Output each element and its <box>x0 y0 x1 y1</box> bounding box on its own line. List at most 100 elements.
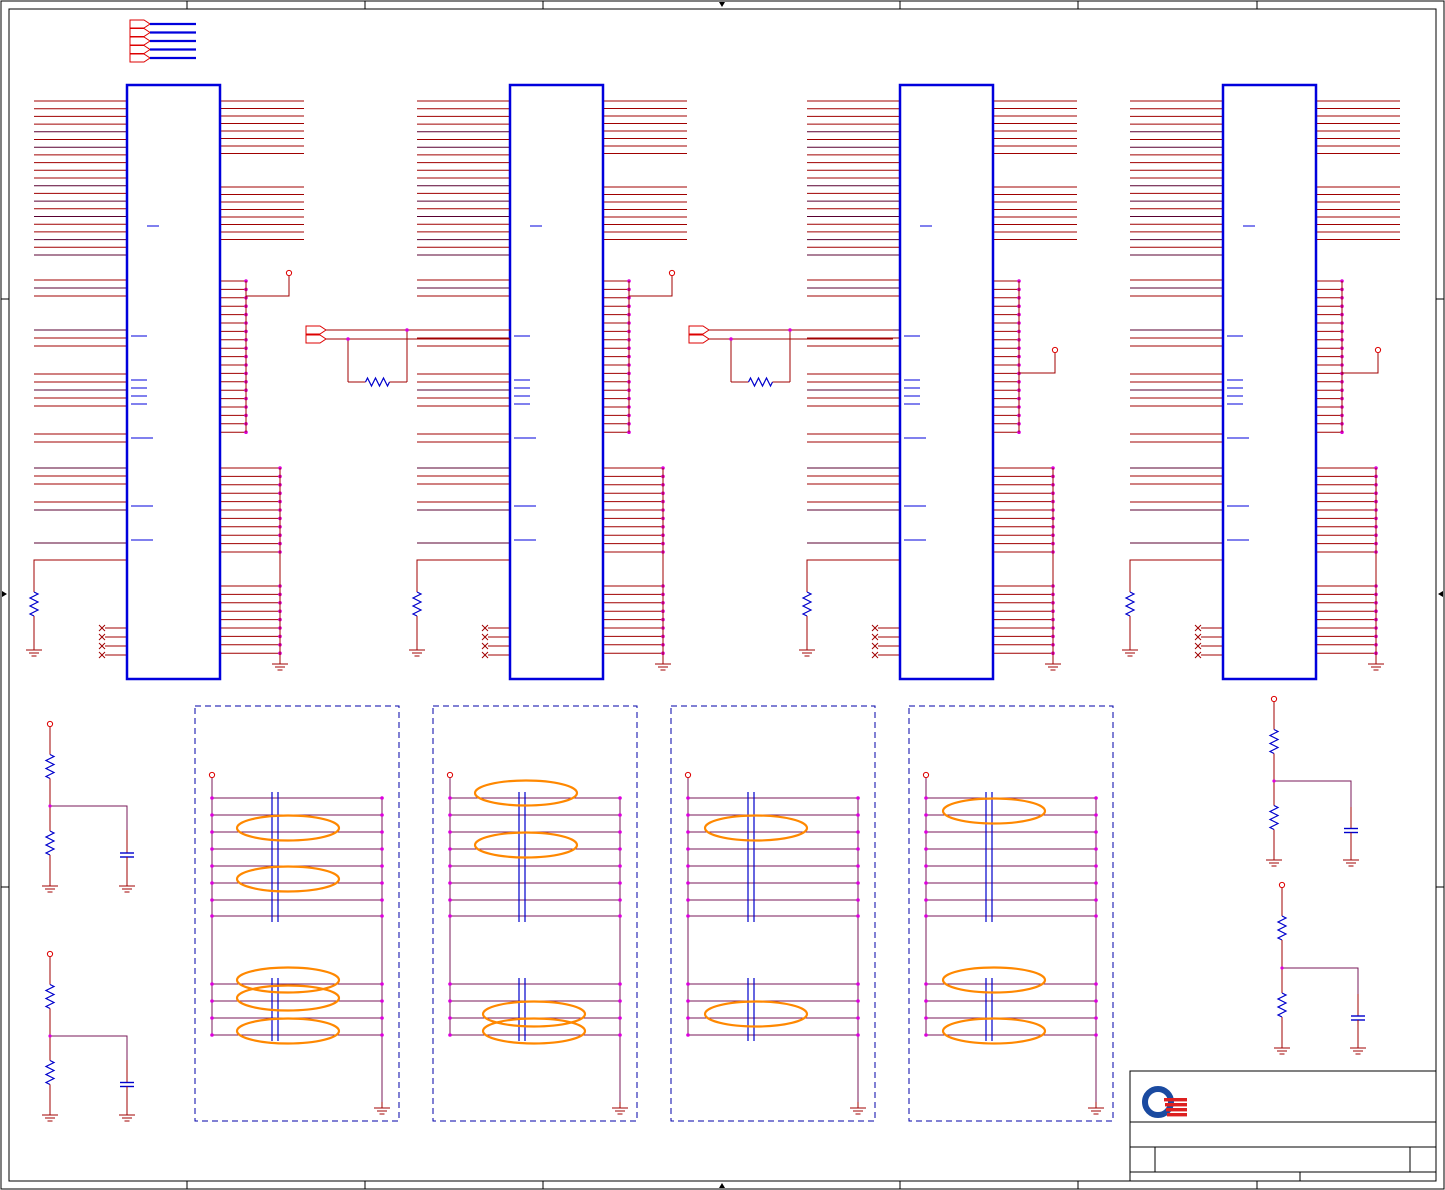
power-port-icon <box>446 771 454 779</box>
zone-arrow <box>719 1183 725 1188</box>
resistor-icon <box>801 582 813 626</box>
vref-divider <box>1266 695 1359 867</box>
junction-dot <box>924 982 928 986</box>
junction-dot <box>618 864 622 868</box>
junction-dot <box>210 999 214 1003</box>
resistor-zigzag <box>1124 591 1136 617</box>
junction-dot <box>618 813 622 817</box>
junction-dot <box>448 796 452 800</box>
vdd-tap <box>246 274 290 297</box>
junction-dot <box>210 796 214 800</box>
junction-dot <box>618 881 622 885</box>
junction-dot <box>618 999 622 1003</box>
junction-dot <box>1094 796 1098 800</box>
junction-dot <box>1094 999 1098 1003</box>
junction-dot <box>380 1033 384 1037</box>
outer-border <box>0 0 1445 1190</box>
ground-icon <box>119 1109 135 1122</box>
resistor-zigzag <box>411 591 423 617</box>
ground-icon <box>1274 1042 1290 1055</box>
junction-dot <box>1094 1016 1098 1020</box>
ground-icon <box>374 1102 390 1115</box>
junction-dot <box>924 1033 928 1037</box>
no-connect-icon <box>871 642 879 650</box>
junction-dot <box>1272 779 1276 783</box>
junction-dot <box>380 830 384 834</box>
power-port-icon <box>1270 695 1278 703</box>
ground-icon <box>1266 854 1282 867</box>
ground-icon <box>1088 1102 1104 1115</box>
ground-icon <box>655 658 671 671</box>
power-port-icon <box>668 269 676 277</box>
zone-arrow <box>1438 591 1443 597</box>
junction-dot <box>210 1033 214 1037</box>
junction-dot <box>686 1033 690 1037</box>
junction-dot <box>380 914 384 918</box>
junction-dot <box>686 982 690 986</box>
offpage-connector-icon <box>305 334 327 344</box>
offpage-connector-icon <box>688 334 710 344</box>
junction-dot <box>856 898 860 902</box>
junction-dot <box>618 830 622 834</box>
ground-icon <box>850 1102 866 1115</box>
junction-dot <box>686 813 690 817</box>
junction-dot <box>924 813 928 817</box>
ground-icon <box>1350 1042 1366 1055</box>
junction-dot <box>729 337 733 341</box>
junction-dot <box>686 796 690 800</box>
no-connect-icon <box>98 651 106 659</box>
ground-icon <box>42 880 58 893</box>
junction-dot <box>924 847 928 851</box>
memory-chip-3 <box>799 83 1077 681</box>
resistor-zigzag <box>44 753 56 780</box>
resistor-icon <box>44 957 56 1036</box>
offpage-connector-icon <box>129 45 151 54</box>
junction-dot <box>448 914 452 918</box>
vref-divider <box>42 720 135 893</box>
term-wire <box>806 559 900 582</box>
term-wire <box>1129 559 1223 582</box>
offpage-connector-icon <box>688 325 710 335</box>
decoupling-group-2 <box>432 705 638 1122</box>
clock-termination <box>305 325 510 388</box>
highlight-ring <box>703 814 809 842</box>
junction-dot <box>856 813 860 817</box>
no-connect-icon <box>871 633 879 641</box>
group-box <box>194 705 400 1122</box>
junction-dot <box>380 796 384 800</box>
logo-stripe <box>1165 1103 1187 1107</box>
resistor-zigzag <box>28 591 40 617</box>
power-port-icon <box>46 950 54 958</box>
group-box <box>908 705 1114 1122</box>
junction-dot <box>856 881 860 885</box>
no-connect-icon <box>871 651 879 659</box>
junction-dot <box>686 864 690 868</box>
no-connect-icon <box>481 624 489 632</box>
junction-dot <box>405 328 409 332</box>
vdd-tap <box>629 274 673 297</box>
resistor-zigzag <box>1276 915 1288 941</box>
junction-dot <box>448 1033 452 1037</box>
ground-icon <box>1368 658 1384 671</box>
power-port-icon <box>684 771 692 779</box>
junction-dot <box>448 864 452 868</box>
junction-dot <box>856 864 860 868</box>
junction-dot <box>686 999 690 1003</box>
power-port-icon <box>1051 346 1059 354</box>
offpage-connector-icon <box>129 36 151 46</box>
chip-body <box>508 83 605 681</box>
zone-arrow <box>2 591 7 597</box>
no-connect-icon <box>1194 651 1202 659</box>
term-wire <box>416 559 510 582</box>
divider-wire <box>50 805 128 830</box>
ground-icon <box>409 644 425 657</box>
junction-dot <box>618 914 622 918</box>
junction-dot <box>924 881 928 885</box>
resistor-zigzag <box>1268 804 1280 831</box>
power-port-icon <box>46 720 54 728</box>
junction-dot <box>686 881 690 885</box>
term-wire <box>33 559 127 582</box>
junction-dot <box>1094 864 1098 868</box>
junction-dot <box>448 898 452 902</box>
decoupling-group-1 <box>194 705 400 1122</box>
